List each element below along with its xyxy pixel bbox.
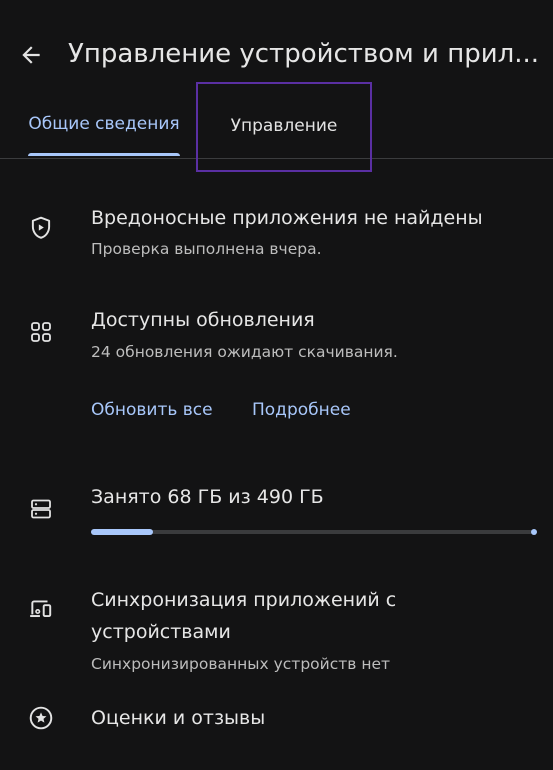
storage-progress-bar xyxy=(91,529,537,535)
storage-row[interactable]: Занято 68 ГБ из 490 ГБ xyxy=(0,478,553,548)
sync-title: Синхронизация приложений с устройствами xyxy=(91,589,397,643)
sync-subtitle: Синхронизированных устройств нет xyxy=(91,655,391,673)
devices-icon xyxy=(28,596,54,622)
tab-overview[interactable]: Общие сведения xyxy=(20,96,188,156)
ratings-title: Оценки и отзывы xyxy=(91,707,266,729)
ratings-row[interactable]: Оценки и отзывы xyxy=(0,700,553,740)
star-circle-icon xyxy=(28,705,54,731)
storage-progress-endpoint xyxy=(531,529,537,535)
page-title: Управление устройством и прил... xyxy=(68,39,540,69)
shield-play-icon xyxy=(28,215,54,241)
update-all-button[interactable]: Обновить все xyxy=(91,397,213,423)
protect-subtitle: Проверка выполнена вчера. xyxy=(91,240,322,258)
updates-title: Доступны обновления xyxy=(91,309,315,331)
tab-bar: Общие сведения Управление xyxy=(0,82,553,172)
storage-progress-fill xyxy=(91,529,153,535)
storage-icon xyxy=(28,496,54,522)
tab-manage[interactable]: Управление xyxy=(196,82,372,172)
sync-row[interactable]: Синхронизация приложений с устройствами … xyxy=(0,582,553,682)
protect-row[interactable]: Вредоносные приложения не найдены Провер… xyxy=(0,198,553,278)
tab-manage-label: Управление xyxy=(230,116,338,136)
protect-title: Вредоносные приложения не найдены xyxy=(91,207,483,229)
updates-row[interactable]: Доступны обновления 24 обновления ожидаю… xyxy=(0,302,553,382)
apps-grid-icon xyxy=(28,319,54,345)
updates-subtitle: 24 обновления ожидают скачивания. xyxy=(91,343,398,361)
details-button[interactable]: Подробнее xyxy=(252,397,351,423)
tab-overview-label: Общие сведения xyxy=(28,114,180,134)
tab-selected-indicator xyxy=(28,153,180,156)
arrow-back-icon xyxy=(22,46,40,64)
storage-title: Занято 68 ГБ из 490 ГБ xyxy=(91,486,324,508)
storage-progress-track xyxy=(91,530,535,534)
back-button[interactable] xyxy=(14,38,48,72)
